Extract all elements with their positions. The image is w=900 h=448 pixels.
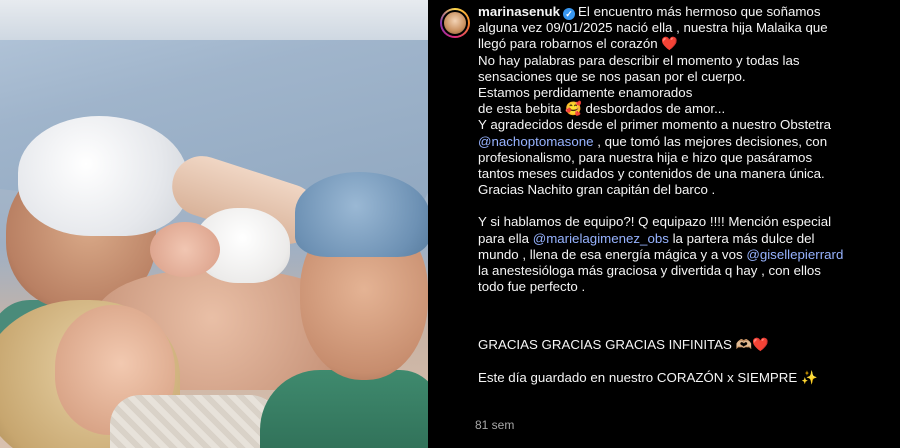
verified-badge-icon: ✓	[563, 8, 576, 20]
caption-line-text: la partera más dulce del	[668, 230, 815, 246]
mention-link-marielagimenez-obs[interactable]: @marielagimenez_obs	[533, 231, 669, 246]
caption-line: @nachoptomasone , que tomó las mejores d…	[478, 134, 890, 150]
caption-line: No hay palabras para describir el moment…	[478, 52, 800, 68]
avatar-image	[442, 10, 468, 36]
left-person-surgical-cap	[18, 116, 188, 236]
caption-panel: marinasenuk ✓ El encuentro más hermoso que…	[428, 0, 900, 448]
post-timestamp[interactable]: 81 sem	[475, 418, 514, 432]
caption-line: Estamos perdidamente enamorados	[478, 85, 693, 101]
caption-line-text: para ella	[478, 230, 533, 246]
caption-line: Y agradecidos desde el primer momento a …	[478, 117, 832, 133]
mention-link-nachoptomasone[interactable]: @nachoptomasone	[478, 134, 594, 149]
right-person-scrubs	[260, 370, 428, 448]
baby-face	[150, 222, 220, 277]
caption-line: profesionalismo, para nuestra hija e hiz…	[478, 149, 813, 165]
caption-line: Gracias Nachito gran capitán del barco .	[478, 182, 716, 198]
right-person-surgical-cap	[295, 172, 428, 257]
caption-row: marinasenuk ✓ El encuentro más hermoso que…	[434, 4, 890, 386]
caption-line: alguna vez 09/01/2025 nació ella , nuest…	[478, 20, 828, 36]
caption-line: sensaciones que se nos pasan por el cuer…	[478, 68, 746, 84]
caption-line: para ella @marielagimenez_obs la partera…	[478, 231, 890, 247]
caption-line: tantos meses cuidados y contenidos de un…	[478, 166, 825, 182]
caption-line: mundo , llena de esa energía mágica y a …	[478, 247, 890, 263]
post-photo[interactable]	[0, 0, 428, 448]
mention-link-gisellepierrard[interactable]: @gisellepierrard	[746, 247, 843, 262]
caption-line: marinasenuk ✓ El encuentro más hermoso que…	[478, 4, 890, 20]
caption-line-text: , que tomó las mejores decisiones, con	[593, 133, 828, 149]
caption-text: marinasenuk ✓ El encuentro más hermoso que…	[478, 4, 890, 386]
caption-line: todo fue perfecto .	[478, 279, 586, 295]
hospital-gown	[110, 395, 280, 448]
instagram-post: marinasenuk ✓ El encuentro más hermoso que…	[0, 0, 900, 448]
caption-line-text: El encuentro más hermoso que soñamos	[578, 4, 821, 19]
caption-line: de esta bebita 🥰 desbordados de amor...	[478, 101, 726, 117]
username-link[interactable]: marinasenuk	[478, 4, 560, 19]
caption-line: Este día guardado en nuestro CORAZÓN x S…	[478, 369, 818, 385]
caption-line-text: mundo , llena de esa energía mágica y a …	[478, 246, 747, 262]
caption-line: llegó para robarnos el corazón ❤️	[478, 36, 678, 52]
profile-avatar[interactable]	[440, 8, 470, 38]
caption-line: GRACIAS GRACIAS GRACIAS INFINITAS 🫶🏼❤️	[478, 337, 769, 353]
caption-line: la anestesióloga más graciosa y divertid…	[478, 263, 821, 279]
drape-top	[0, 0, 428, 40]
caption-line: Y si hablamos de equipo?! Q equipazo !!!…	[478, 214, 832, 230]
